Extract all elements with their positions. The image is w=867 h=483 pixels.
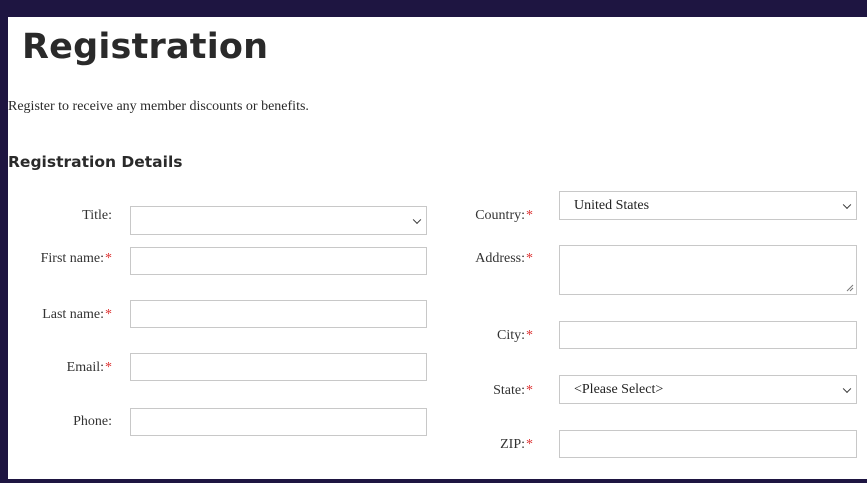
country-select-value: United States [574,197,650,213]
address-textarea[interactable] [559,245,857,295]
first-name-label: First name:* [41,251,112,267]
city-label: City:* [497,328,533,344]
registration-page: Registration Register to receive any mem… [8,17,867,479]
state-select[interactable]: <Please Select> [559,375,857,404]
city-input[interactable] [559,321,857,349]
title-label-text: Title: [82,208,112,223]
zip-label-text: ZIP: [500,437,525,452]
address-label: Address:* [475,251,533,267]
title-select[interactable] [130,206,427,235]
last-name-input[interactable] [130,300,427,328]
required-marker: * [526,251,533,266]
required-marker: * [526,208,533,223]
last-name-label-text: Last name: [42,307,104,322]
required-marker: * [526,437,533,452]
zip-label: ZIP:* [500,437,533,453]
page-title: Registration [22,27,269,67]
title-label: Title: [82,208,112,224]
state-label-text: State: [493,383,525,398]
chevron-down-icon [842,384,852,393]
state-select-value: <Please Select> [574,381,664,397]
chevron-down-icon [412,215,422,224]
section-title: Registration Details [8,153,183,171]
email-input[interactable] [130,353,427,381]
phone-label: Phone: [73,414,112,430]
resize-grip-icon[interactable] [846,284,854,292]
country-label-text: Country: [475,208,525,223]
first-name-label-text: First name: [40,251,104,266]
email-label: Email:* [67,360,112,376]
chevron-down-icon [842,200,852,209]
required-marker: * [105,307,112,322]
state-label: State:* [493,383,533,399]
last-name-label: Last name:* [42,307,112,323]
zip-input[interactable] [559,430,857,458]
required-marker: * [526,383,533,398]
email-label-text: Email: [66,360,104,375]
phone-input[interactable] [130,408,427,436]
required-marker: * [105,251,112,266]
phone-label-text: Phone: [73,414,112,429]
country-select[interactable]: United States [559,191,857,220]
required-marker: * [105,360,112,375]
required-marker: * [526,328,533,343]
first-name-input[interactable] [130,247,427,275]
page-intro: Register to receive any member discounts… [8,99,309,114]
address-label-text: Address: [475,251,525,266]
country-label: Country:* [475,208,533,224]
city-label-text: City: [496,328,525,343]
